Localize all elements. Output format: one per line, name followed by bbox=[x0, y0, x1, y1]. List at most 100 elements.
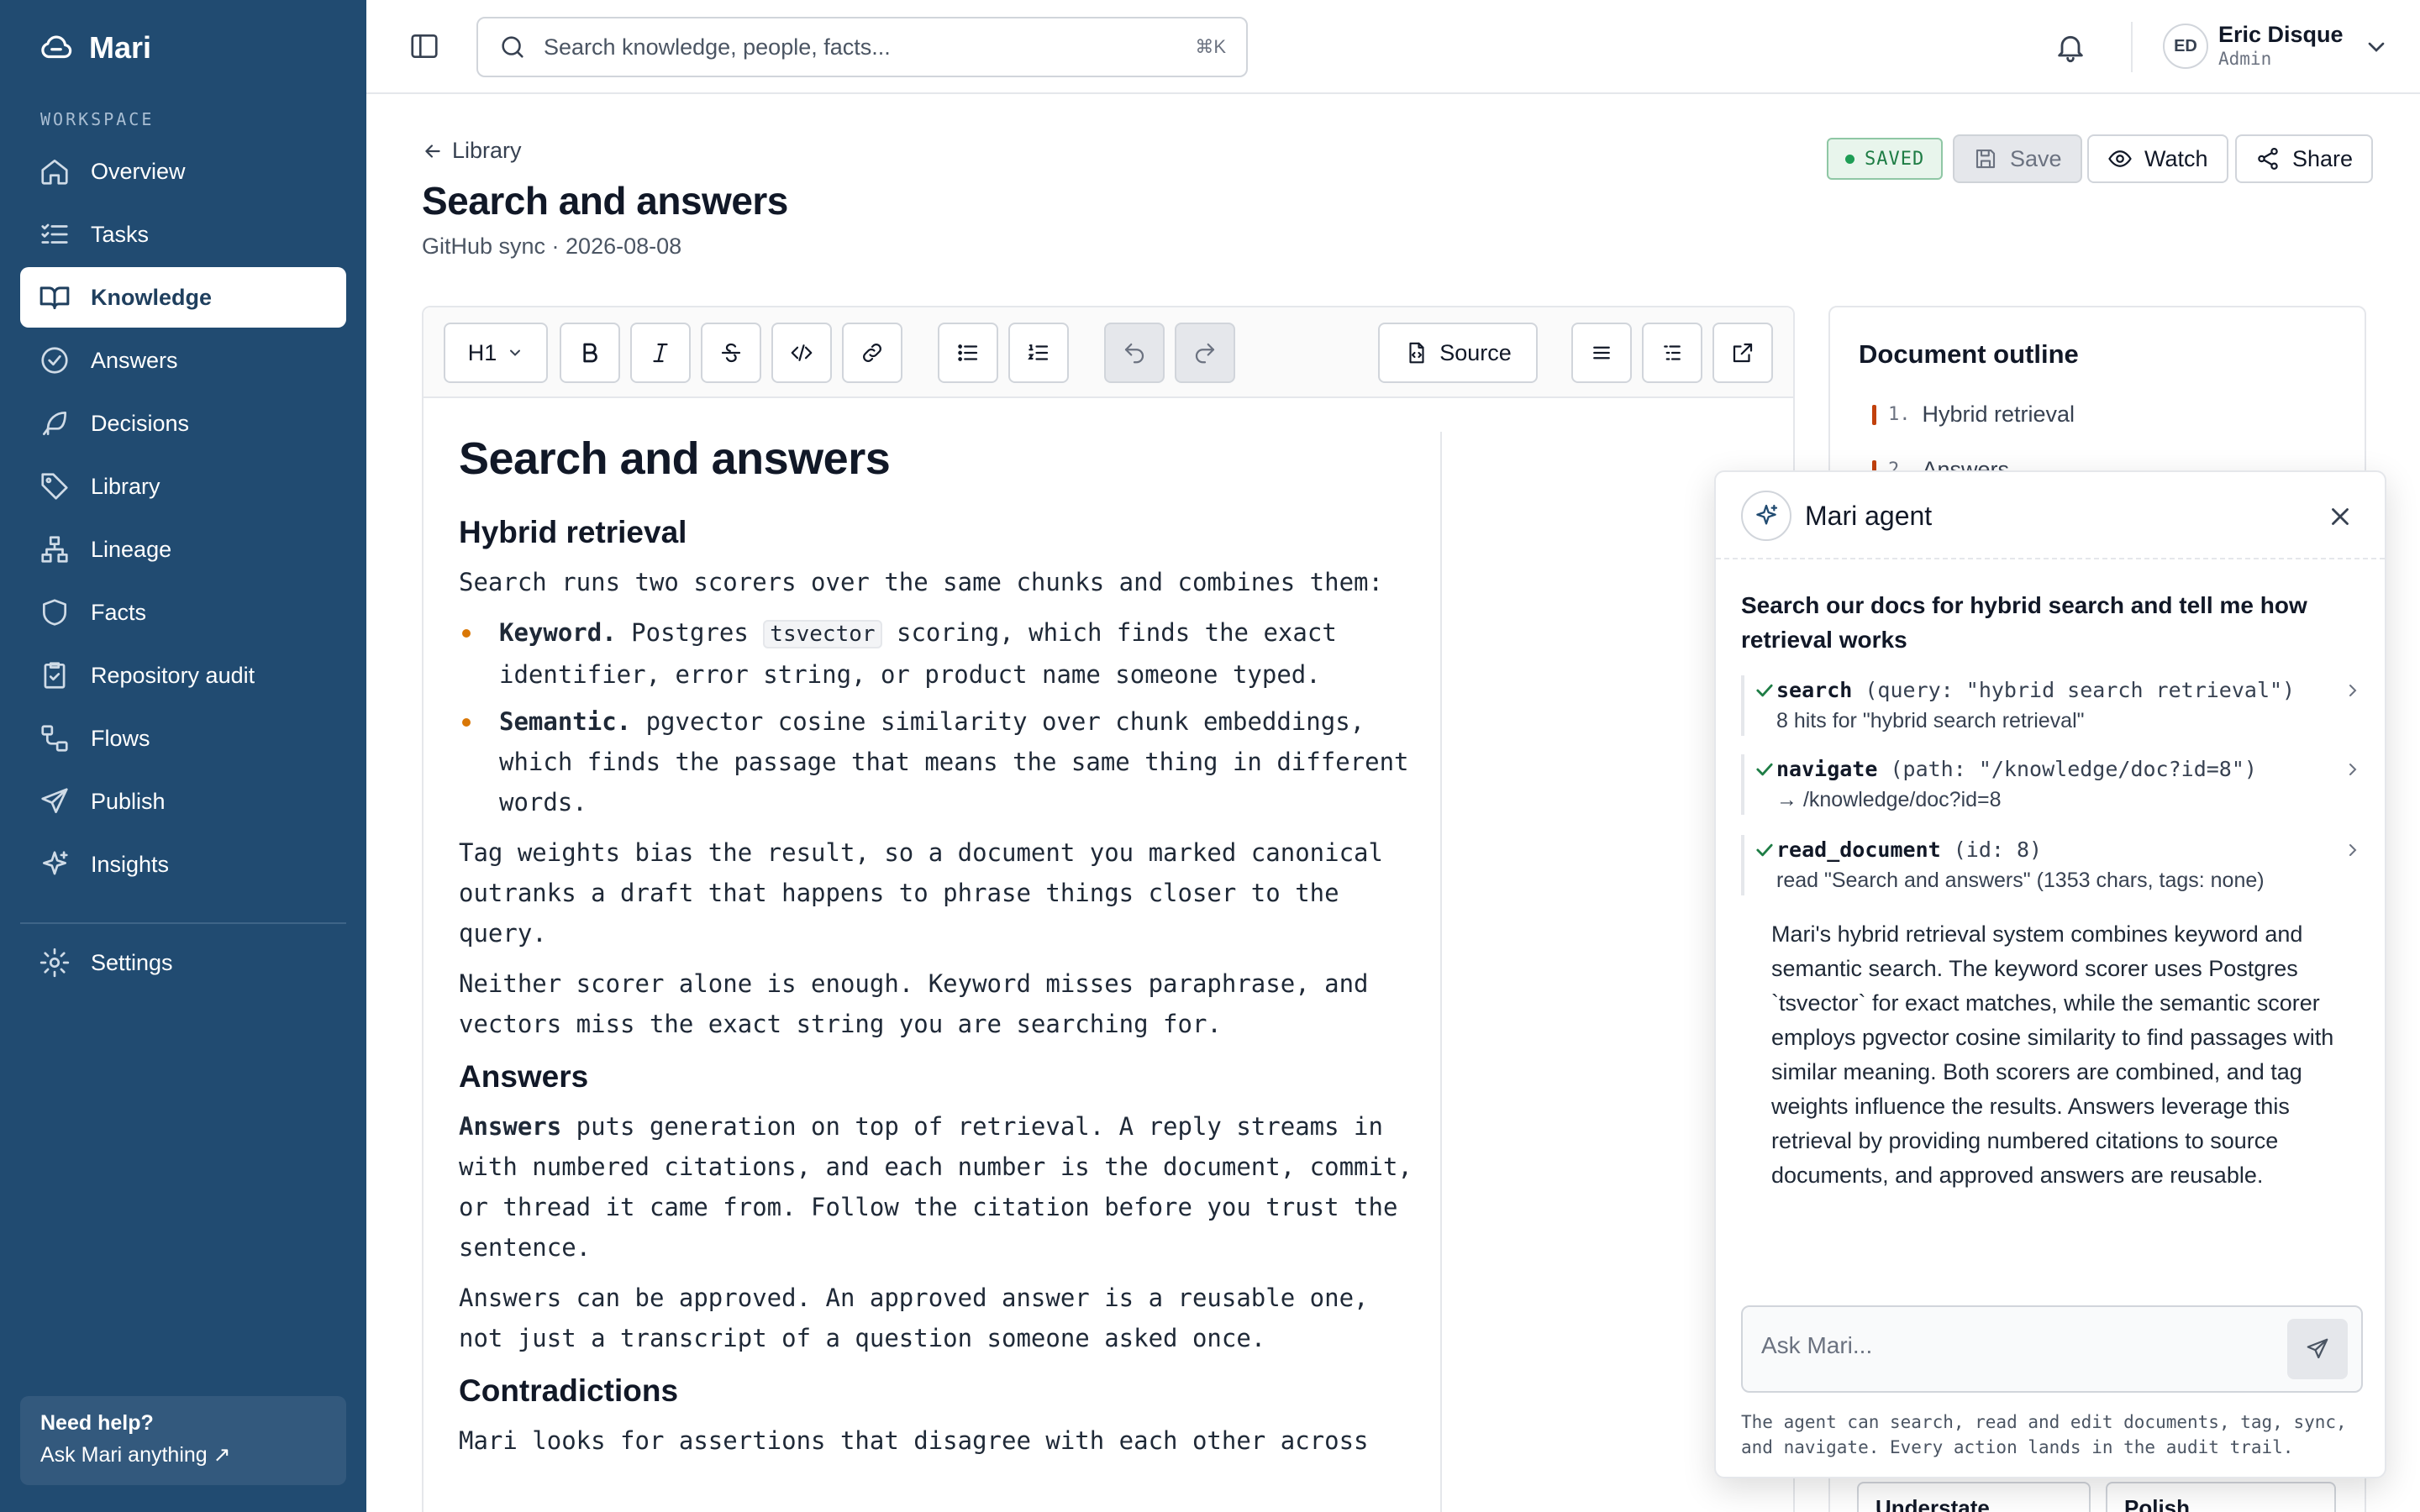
sidebar-toggle-icon[interactable] bbox=[408, 30, 440, 62]
brand[interactable]: Mari bbox=[39, 30, 151, 66]
gear-icon bbox=[39, 948, 70, 978]
chevron-right-icon bbox=[2349, 764, 2357, 775]
sidebar-item-publish[interactable]: Publish bbox=[20, 771, 346, 832]
share-button[interactable]: Share bbox=[2235, 134, 2374, 183]
source-button[interactable]: Source bbox=[1378, 323, 1538, 383]
sidebar-item-lineage[interactable]: Lineage bbox=[20, 519, 346, 580]
watch-button[interactable]: Watch bbox=[2087, 134, 2228, 183]
search-bar[interactable]: Search knowledge, people, facts... ⌘K bbox=[476, 17, 1248, 77]
status-dot bbox=[1845, 154, 1854, 164]
numbered-list-icon bbox=[1028, 344, 1049, 360]
save-button[interactable]: Save bbox=[1953, 134, 2082, 183]
tool-args: (path: "/knowledge/doc?id=8") bbox=[1877, 757, 2257, 781]
sidebar-item-insights[interactable]: Insights bbox=[20, 834, 346, 895]
search-shortcut: ⌘K bbox=[1195, 36, 1226, 57]
help-link[interactable]: Ask Mari anything ↗ bbox=[40, 1442, 326, 1467]
sidebar-item-label: Tasks bbox=[91, 221, 150, 247]
paragraph: Answers puts generation on top of retrie… bbox=[459, 1106, 1417, 1268]
sidebar-item-label: Insights bbox=[91, 851, 170, 877]
code-button[interactable] bbox=[771, 323, 832, 383]
align-button[interactable] bbox=[1571, 323, 1632, 383]
bell-icon[interactable] bbox=[2054, 30, 2087, 64]
numbered-list-button[interactable] bbox=[1008, 323, 1069, 383]
chevron-right-icon bbox=[2349, 685, 2357, 696]
tool-call-search[interactable]: search (query: "hybrid search retrieval"… bbox=[1741, 675, 2363, 736]
sidebar-item-flows[interactable]: Flows bbox=[20, 708, 346, 769]
save-icon bbox=[1975, 149, 1996, 169]
send-icon bbox=[41, 788, 68, 814]
feather-icon bbox=[42, 411, 67, 436]
polish-button[interactable]: Polish bbox=[2106, 1482, 2336, 1512]
outline-item[interactable]: 1. Hybrid retrieval bbox=[1872, 402, 2075, 428]
list-check-icon bbox=[41, 223, 68, 244]
sidebar-item-label: Decisions bbox=[91, 410, 190, 436]
sidebar-item-settings[interactable]: Settings bbox=[20, 932, 346, 993]
sidebar-item-decisions[interactable]: Decisions bbox=[20, 393, 346, 454]
arrow-left-icon bbox=[425, 144, 440, 158]
italic-icon bbox=[653, 343, 668, 363]
check-icon bbox=[1756, 843, 1773, 857]
strikethrough-button[interactable] bbox=[701, 323, 761, 383]
tool-call-read-document[interactable]: read_document (id: 8) read "Search and a… bbox=[1741, 835, 2363, 895]
redo-button[interactable] bbox=[1175, 323, 1235, 383]
source-label: Source bbox=[1439, 339, 1512, 365]
bold-button[interactable] bbox=[560, 323, 620, 383]
watch-label: Watch bbox=[2144, 145, 2208, 171]
editor-toolbar: H1 Source bbox=[424, 307, 1793, 398]
sidebar-item-tasks[interactable]: Tasks bbox=[20, 204, 346, 265]
open-external-button[interactable] bbox=[1712, 323, 1773, 383]
understate-button[interactable]: Understate bbox=[1857, 1482, 2091, 1512]
inline-code: tsvector bbox=[763, 619, 882, 648]
outline-toggle-button[interactable] bbox=[1642, 323, 1702, 383]
status-badge: SAVED bbox=[1827, 138, 1944, 180]
bullet-semantic-strong: Semantic. bbox=[499, 706, 632, 736]
close-icon[interactable] bbox=[2326, 502, 2354, 531]
sidebar: Mari WORKSPACE Overview Tasks Knowledge … bbox=[0, 0, 366, 1512]
tool-call-navigate[interactable]: navigate (path: "/knowledge/doc?id=8") →… bbox=[1741, 754, 2363, 815]
home-icon bbox=[41, 159, 68, 185]
check-icon bbox=[1756, 763, 1773, 776]
chevron-down-icon[interactable] bbox=[2363, 34, 2390, 60]
sidebar-item-overview[interactable]: Overview bbox=[20, 141, 346, 202]
document-editor: H1 Source Search and answers Hybrid retr… bbox=[422, 306, 1795, 1512]
book-icon bbox=[39, 286, 70, 310]
doc-heading: Search and answers bbox=[459, 433, 891, 484]
send-button[interactable] bbox=[2287, 1319, 2348, 1379]
avatar[interactable]: ED bbox=[2163, 24, 2208, 69]
sidebar-item-facts[interactable]: Facts bbox=[20, 582, 346, 643]
tool-call-line: search (query: "hybrid search retrieval"… bbox=[1776, 675, 2363, 706]
heading-select-value: H1 bbox=[467, 339, 497, 365]
bullet-list-button[interactable] bbox=[938, 323, 998, 383]
italic-button[interactable] bbox=[630, 323, 691, 383]
sidebar-nav: Overview Tasks Knowledge Answers Decisio… bbox=[20, 141, 346, 897]
undo-icon bbox=[1124, 343, 1144, 364]
sidebar-item-library[interactable]: Library bbox=[20, 456, 346, 517]
sidebar-item-label: Facts bbox=[91, 599, 147, 625]
sidebar-item-label: Settings bbox=[91, 949, 173, 975]
sidebar-item-knowledge[interactable]: Knowledge bbox=[20, 267, 346, 328]
sidebar-item-label: Publish bbox=[91, 788, 166, 814]
agent-input[interactable]: Ask Mari... bbox=[1741, 1305, 2363, 1393]
sidebar-item-answers[interactable]: Answers bbox=[20, 330, 346, 391]
workspace-section-label: WORKSPACE bbox=[40, 109, 155, 129]
tool-call-line: navigate (path: "/knowledge/doc?id=8") bbox=[1776, 754, 2363, 785]
breadcrumb[interactable]: Library bbox=[422, 138, 522, 164]
search-input[interactable]: Search knowledge, people, facts... bbox=[544, 34, 1195, 60]
check-icon bbox=[1756, 684, 1773, 697]
user-name[interactable]: Eric Disque bbox=[2218, 22, 2344, 48]
code-icon bbox=[791, 344, 813, 361]
clipboard-check-icon bbox=[44, 662, 66, 689]
outline-number: 1. bbox=[1888, 404, 1911, 425]
redo-icon bbox=[1195, 343, 1215, 364]
search-icon bbox=[502, 36, 523, 58]
outline-title: Document outline bbox=[1859, 339, 2079, 369]
link-button[interactable] bbox=[842, 323, 902, 383]
help-title: Need help? bbox=[40, 1411, 154, 1435]
heading-select[interactable]: H1 bbox=[444, 323, 548, 383]
undo-button[interactable] bbox=[1104, 323, 1165, 383]
sidebar-item-repository-audit[interactable]: Repository audit bbox=[20, 645, 346, 706]
list-item: Keyword. Postgres tsvector scoring, whic… bbox=[459, 612, 1417, 695]
help-card[interactable]: Need help? Ask Mari anything ↗ bbox=[20, 1396, 346, 1485]
settings-nav: Settings bbox=[20, 932, 346, 995]
document-body[interactable]: Search and answers Hybrid retrieval Sear… bbox=[459, 432, 1417, 1471]
